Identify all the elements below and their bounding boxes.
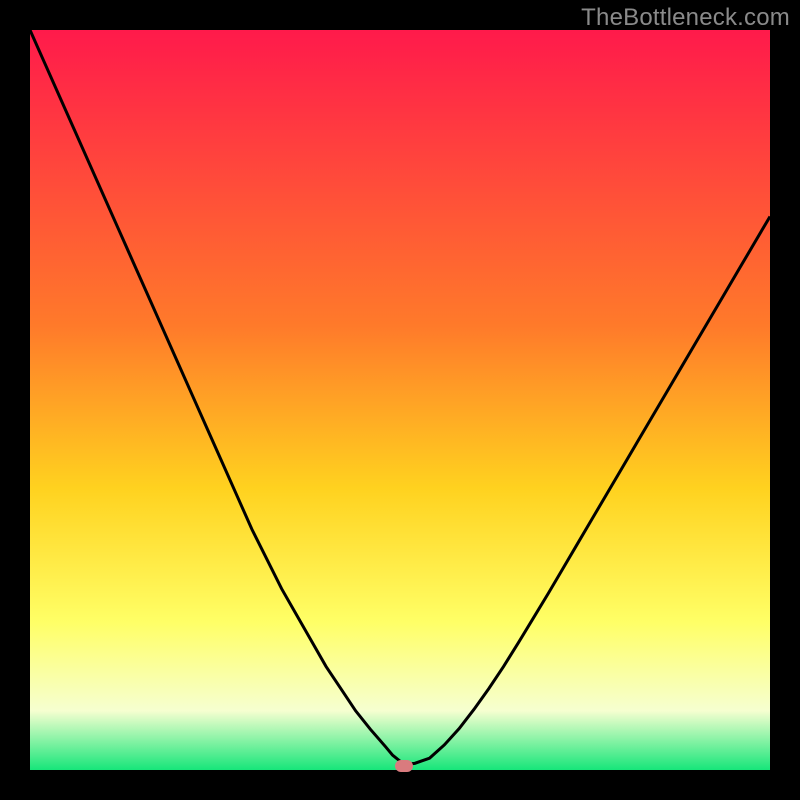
minimum-marker (395, 760, 413, 772)
chart-stage: TheBottleneck.com (0, 0, 800, 800)
plot-background (30, 30, 770, 770)
plot-svg (30, 30, 770, 770)
plot-frame (30, 30, 770, 770)
watermark-text: TheBottleneck.com (581, 4, 790, 32)
